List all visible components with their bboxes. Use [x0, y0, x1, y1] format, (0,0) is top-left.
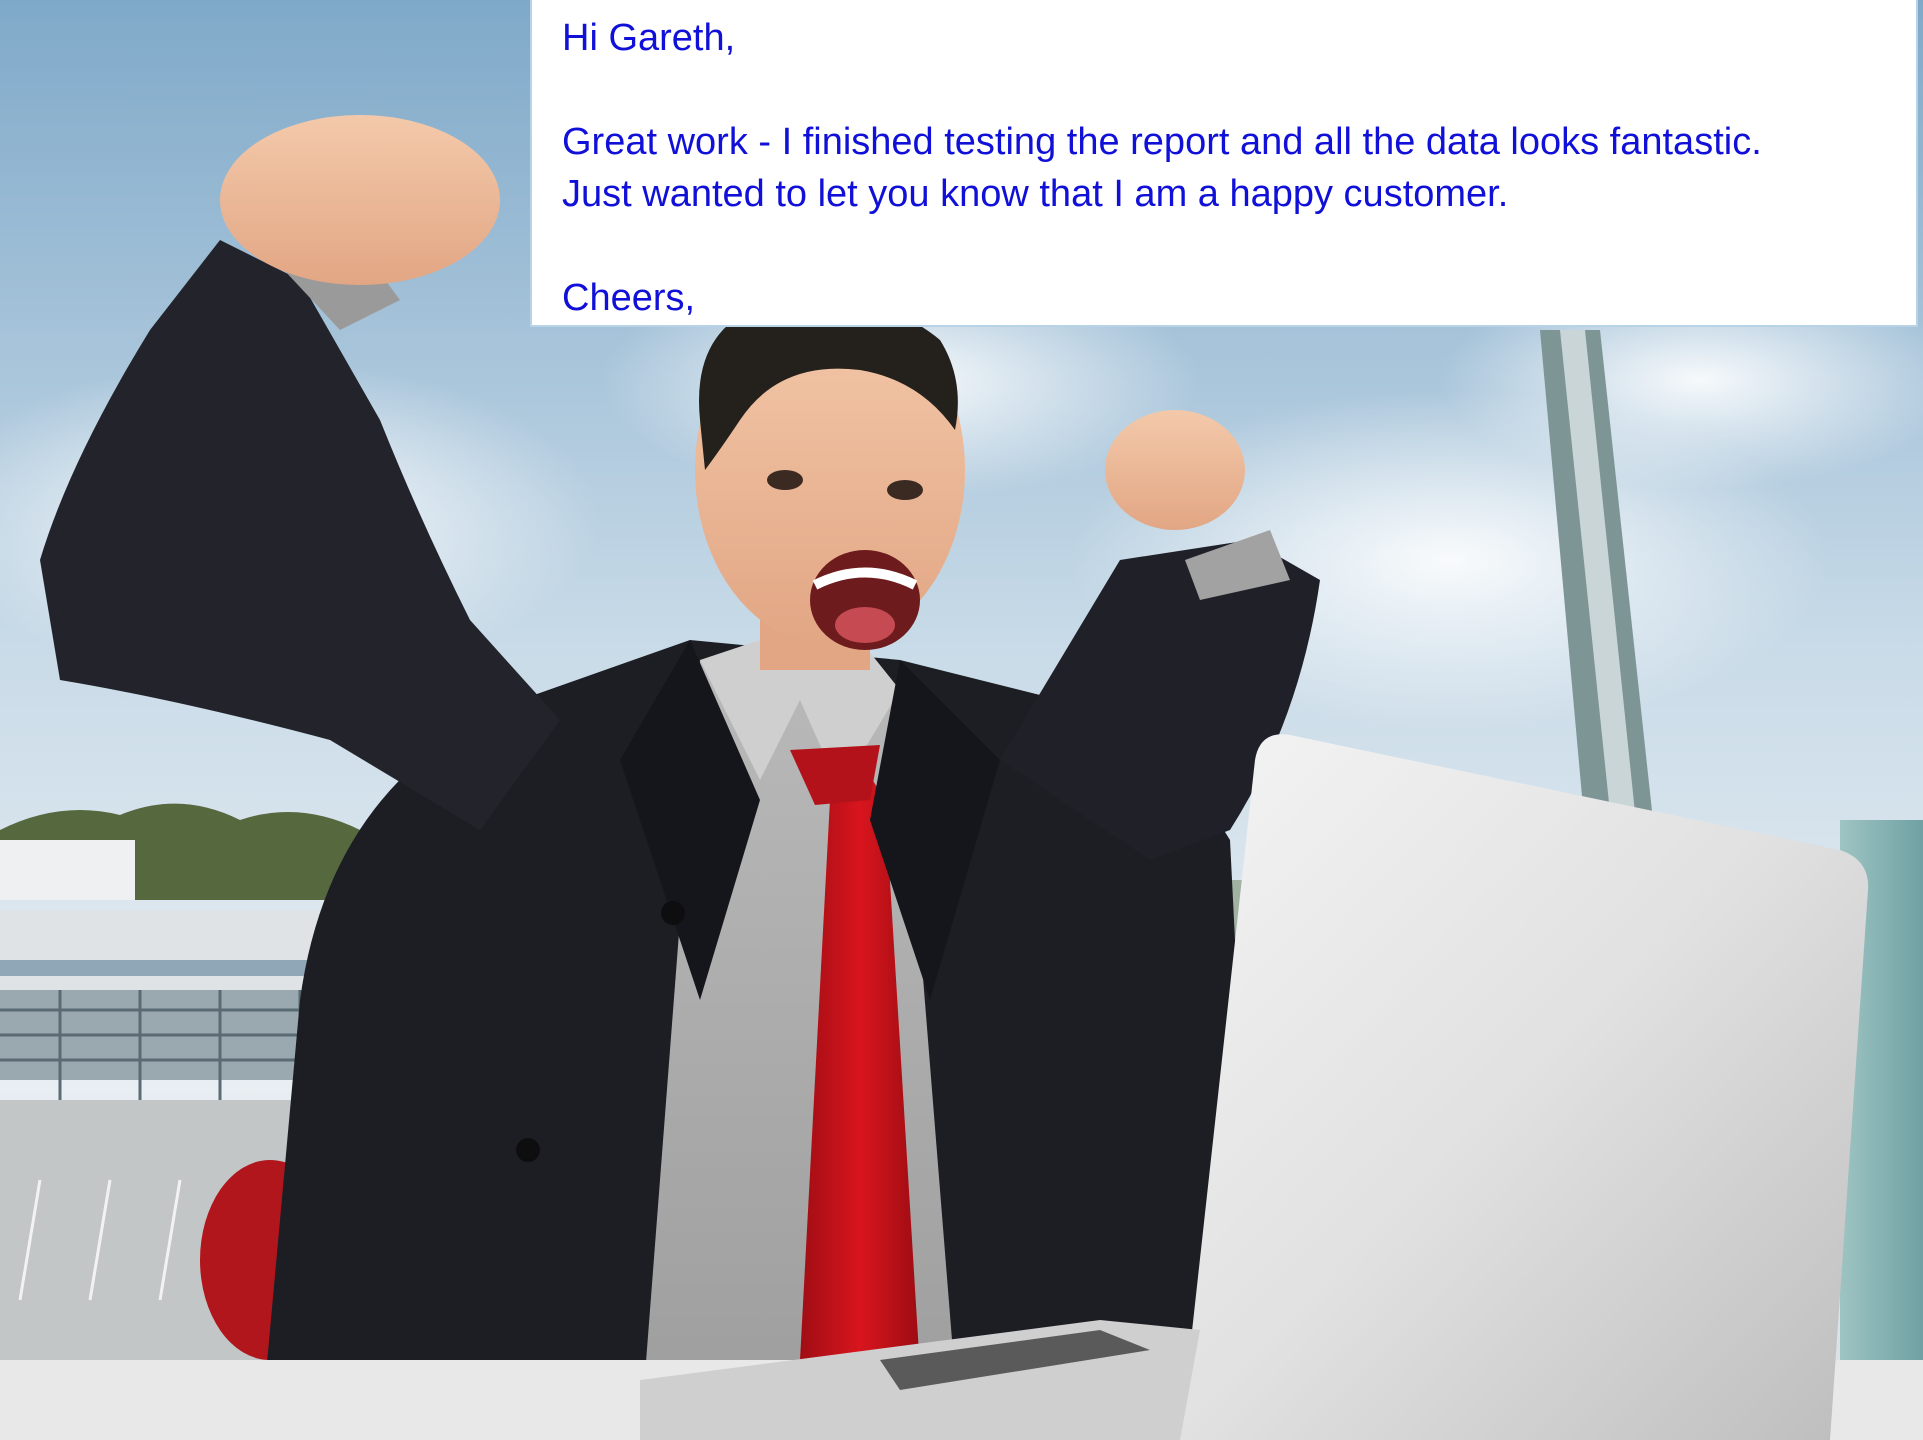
- email-greeting: Hi Gareth,: [562, 17, 736, 59]
- photo-scene: Hi Gareth, Great work - I finished testi…: [0, 0, 1923, 1440]
- email-body-line-1: Great work - I finished testing the repo…: [562, 121, 1762, 163]
- email-spacer: [562, 64, 1916, 116]
- email-signoff: Cheers,: [562, 277, 696, 319]
- email-body-line-2: Just wanted to let you know that I am a …: [562, 173, 1509, 215]
- email-spacer: [562, 220, 1916, 272]
- email-message-box: Hi Gareth, Great work - I finished testi…: [530, 0, 1918, 327]
